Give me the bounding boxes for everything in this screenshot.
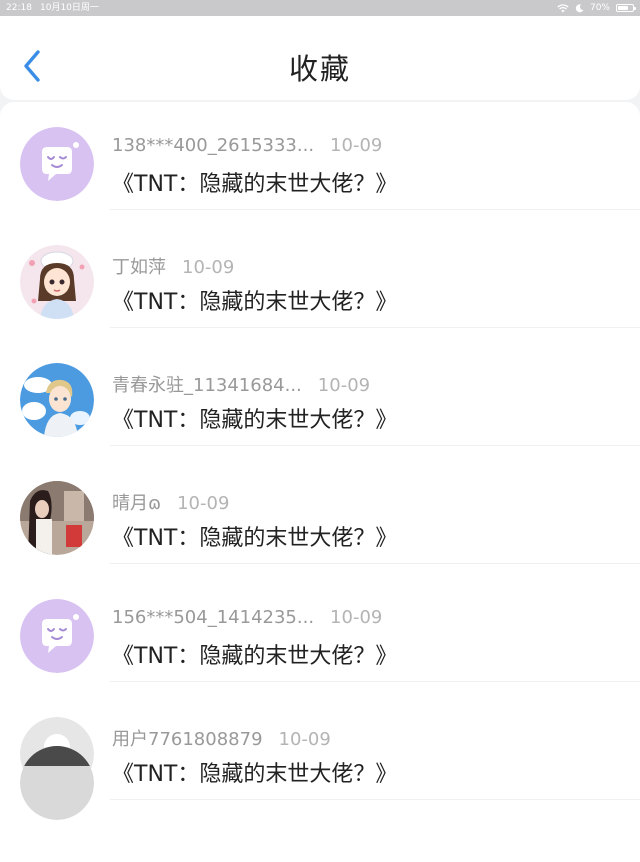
favorites-list: 138***400_2615333... 10-09 《TNT：隐藏的末世大佬？》 … [0,102,640,862]
list-item[interactable]: 138***400_2615333... 10-09 《TNT：隐藏的末世大佬？》 [0,92,640,210]
status-bar: 22:18 10月10日周一 70% [0,0,640,16]
item-meta: 青春永驻_11341684... 10-09 [112,371,370,397]
item-date: 10-09 [317,375,371,396]
list-item[interactable]: 用户7761808879 10-09 《TNT：隐藏的末世大佬？》 [0,682,640,800]
item-title[interactable]: 《TNT：隐藏的末世大佬？》 [112,402,397,434]
username[interactable]: 丁如萍 [112,257,166,278]
status-date: 10月10日周一 [40,3,99,13]
item-meta: 丁如萍 10-09 [112,253,234,279]
list-item[interactable]: 丁如萍 10-09 《TNT：隐藏的末世大佬？》 [0,210,640,328]
username[interactable]: 青春永驻_11341684... [112,375,302,396]
photo-avatar[interactable] [20,481,94,555]
item-date: 10-09 [182,257,235,278]
item-title[interactable]: 《TNT：隐藏的末世大佬？》 [112,756,397,788]
wifi-icon [557,3,569,12]
anime-girl-avatar[interactable] [20,245,94,319]
username[interactable]: 138***400_2615333... [112,135,314,156]
status-right: 70% [557,0,636,16]
item-meta: 晴月ɷ 10-09 [112,489,229,515]
header: 收藏 [0,16,640,100]
list-item[interactable]: 156***504_1414235... 10-09 《TNT：隐藏的末世大佬？》 [0,564,640,682]
divider [110,799,640,800]
item-meta: 用户7761808879 10-09 [112,725,331,751]
chat-bubble-icon[interactable] [20,127,94,201]
chat-bubble-icon[interactable] [20,599,94,673]
avatar-partial [20,746,94,820]
item-date: 10-09 [177,493,230,514]
moon-icon [575,3,584,12]
item-date: 10-09 [330,135,383,156]
page-title: 收藏 [288,52,351,86]
item-meta: 138***400_2615333... 10-09 [112,135,382,156]
item-title[interactable]: 《TNT：隐藏的末世大佬？》 [112,520,397,552]
battery-icon [616,4,636,12]
item-title[interactable]: 《TNT：隐藏的末世大佬？》 [112,284,397,316]
battery-percent: 70% [589,3,610,13]
anime-boy-sky-avatar[interactable] [20,363,94,437]
item-meta: 156***504_1414235... 10-09 [112,607,382,628]
username[interactable]: 156***504_1414235... [112,607,314,628]
item-date: 10-09 [330,607,383,628]
username[interactable]: 用户7761808879 [112,729,263,750]
list-item[interactable]: 晴月ɷ 10-09 《TNT：隐藏的末世大佬？》 [0,446,640,564]
list-item[interactable]: 青春永驻_11341684... 10-09 《TNT：隐藏的末世大佬？》 [0,328,640,446]
status-time: 22:18 [6,3,32,13]
item-title[interactable]: 《TNT：隐藏的末世大佬？》 [112,166,397,198]
item-date: 10-09 [278,729,331,750]
item-title[interactable]: 《TNT：隐藏的末世大佬？》 [112,638,397,670]
username[interactable]: 晴月ɷ [112,493,161,514]
